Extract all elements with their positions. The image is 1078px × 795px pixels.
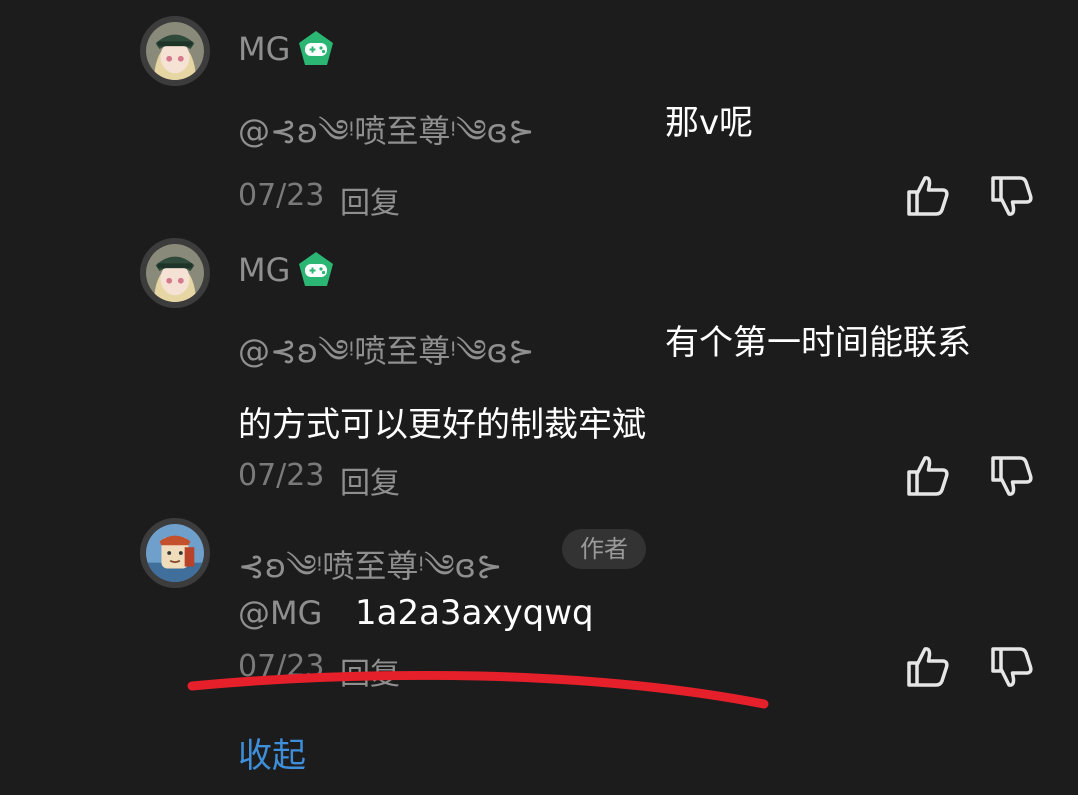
comment-date: 07/23 [238, 458, 325, 493]
game-controller-badge-icon [299, 31, 333, 65]
thumbs-up-icon[interactable] [904, 643, 952, 691]
thumbs-up-icon[interactable] [904, 452, 952, 500]
mention-link[interactable]: @⊰ʚ༄ᵎ喷至尊ᵎ༄ɞ⊱ [238, 96, 535, 186]
comment-text: 那v呢 [665, 103, 754, 143]
reply-button[interactable]: 回复 [340, 649, 400, 693]
cartoon-character-avatar-icon [146, 524, 204, 582]
reply-button[interactable]: 回复 [340, 178, 400, 222]
mention-link[interactable]: @⊰ʚ༄ᵎ喷至尊ᵎ༄ɞ⊱ [238, 316, 535, 406]
mention-link[interactable]: @MG [238, 594, 322, 632]
comment-date: 07/23 [238, 649, 325, 684]
anime-girl-avatar-icon [146, 22, 204, 80]
thumbs-up-icon[interactable] [904, 172, 952, 220]
username[interactable]: MG [238, 251, 290, 289]
thumbs-down-icon[interactable] [988, 172, 1036, 220]
avatar[interactable] [140, 518, 210, 588]
comment-text: 有个第一时间能联系 [665, 323, 971, 363]
anime-girl-avatar-icon [146, 244, 204, 302]
username[interactable]: MG [238, 30, 290, 68]
reply-button[interactable]: 回复 [340, 458, 400, 502]
thumbs-down-icon[interactable] [988, 643, 1036, 691]
comment-text: 1a2a3axyqwq [355, 593, 594, 633]
author-tag: 作者 [562, 529, 646, 569]
thumbs-down-icon[interactable] [988, 452, 1036, 500]
comment-date: 07/23 [238, 178, 325, 213]
comment-text: 的方式可以更好的制裁牢斌 [238, 405, 646, 445]
game-controller-badge-icon [299, 252, 333, 286]
avatar[interactable] [140, 16, 210, 86]
avatar[interactable] [140, 238, 210, 308]
collapse-button[interactable]: 收起 [238, 728, 306, 777]
